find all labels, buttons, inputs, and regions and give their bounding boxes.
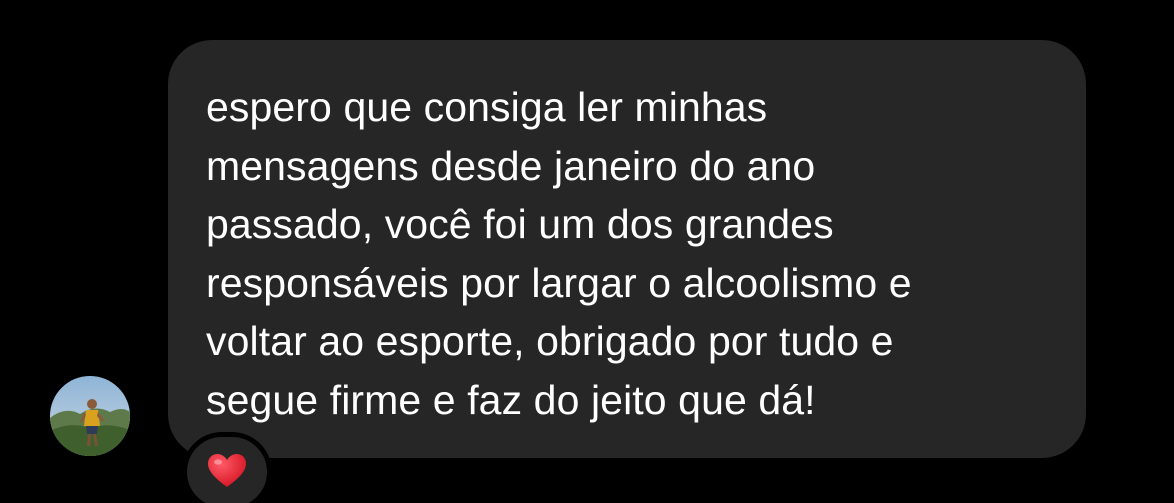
avatar[interactable] (50, 376, 130, 456)
reaction-badge[interactable] (182, 432, 272, 503)
message-text: espero que consiga ler minhas mensagens … (206, 84, 912, 423)
profile-photo-image (50, 376, 130, 456)
message-bubble[interactable]: espero que consiga ler minhas mensagens … (168, 40, 1086, 458)
red-heart-icon (208, 454, 246, 487)
